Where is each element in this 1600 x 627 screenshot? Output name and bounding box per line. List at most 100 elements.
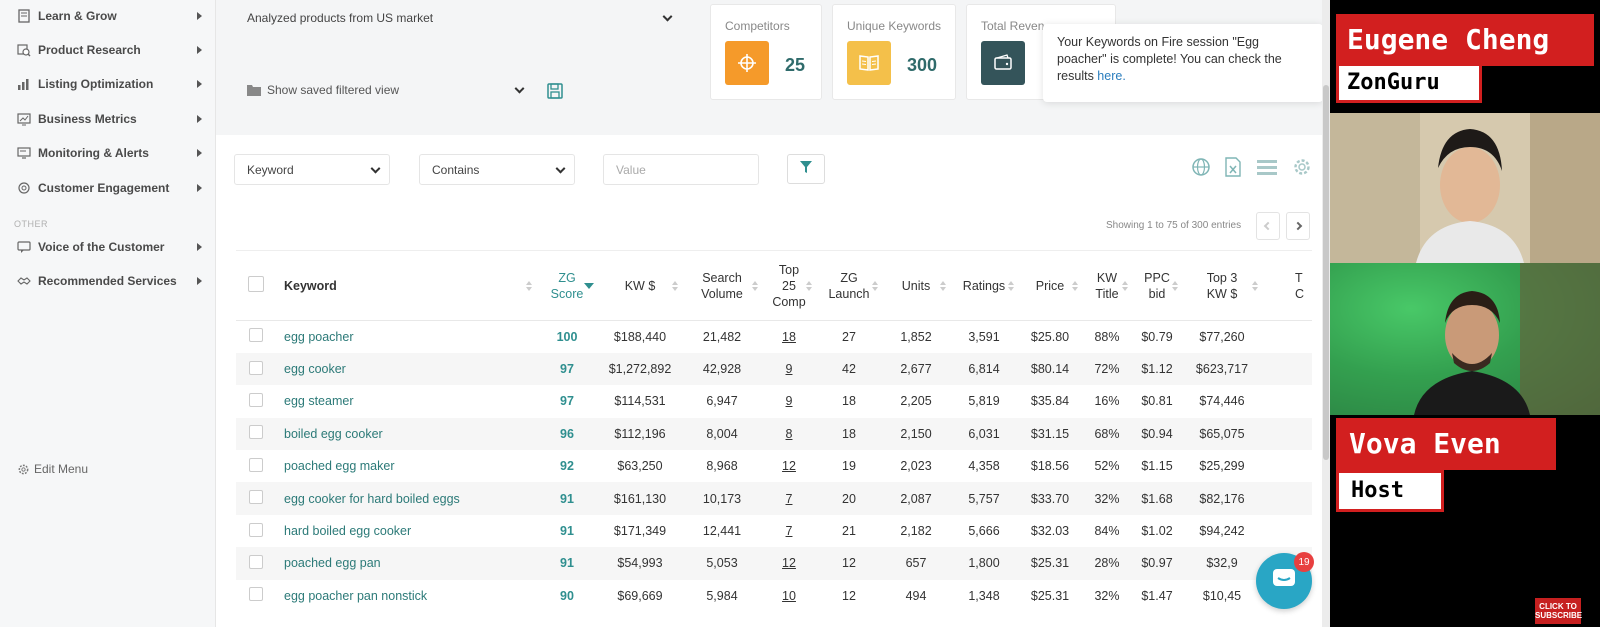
- top25-comp-cell[interactable]: 7: [762, 515, 816, 547]
- keywords-table: Keyword ZG Score KW $ Search Volume Top …: [236, 250, 1312, 627]
- kw-dollars-cell: $188,440: [613, 329, 667, 344]
- keyword-cell[interactable]: poached egg maker: [276, 450, 536, 482]
- subscribe-button[interactable]: CLICK TO SUBSCRIBE: [1535, 598, 1582, 624]
- search-volume-cell: 5,053: [682, 547, 762, 580]
- column-header-top25-comp[interactable]: Top 25 Comp: [762, 250, 816, 321]
- row-checkbox[interactable]: [236, 321, 276, 353]
- prev-page-button[interactable]: [1256, 212, 1280, 240]
- notification-link[interactable]: here.: [1097, 69, 1126, 83]
- sidebar-section-label: OTHER: [14, 219, 48, 229]
- select-all-checkbox[interactable]: [236, 250, 276, 321]
- filter-value-input[interactable]: [603, 154, 759, 185]
- row-checkbox[interactable]: [236, 547, 276, 580]
- save-icon[interactable]: [546, 82, 564, 100]
- column-header-zg-launch[interactable]: ZG Launch: [816, 250, 882, 321]
- keyword-cell[interactable]: poached egg pan: [276, 547, 536, 580]
- table-row[interactable]: egg cooker 97 $1,272,892 42,928 9 42 2,677 6,81…: [236, 352, 1312, 386]
- top25-comp-cell[interactable]: 8: [762, 417, 816, 451]
- column-header-ratings[interactable]: Ratings: [950, 250, 1018, 321]
- table-row[interactable]: poached egg pan 91 $54,993 5,053 12 12 657 1,80…: [236, 547, 1312, 580]
- top25-comp-cell[interactable]: 9: [762, 385, 816, 417]
- entries-count: Showing 1 to 75 of 300 entries: [1106, 220, 1242, 231]
- guest-name: Eugene Cheng: [1339, 17, 1591, 63]
- column-header-kw-dollars[interactable]: KW $: [598, 250, 682, 321]
- top25-comp-cell[interactable]: 12: [762, 450, 816, 482]
- keyword-cell[interactable]: egg poacher pan nonstick: [276, 580, 536, 612]
- keyword-cell[interactable]: egg cooker for hard boiled eggs: [276, 482, 536, 515]
- row-checkbox[interactable]: [236, 580, 276, 612]
- globe-icon[interactable]: [1190, 156, 1212, 178]
- keyword-cell[interactable]: hard boiled egg cooker: [276, 515, 536, 547]
- table-row[interactable]: egg cooker for hard boiled eggs 91 $161,13…: [236, 482, 1312, 515]
- column-header-search-volume[interactable]: Search Volume: [682, 250, 762, 321]
- edit-menu-button[interactable]: Edit Menu: [16, 462, 88, 476]
- row-checkbox[interactable]: [236, 515, 276, 547]
- next-page-button[interactable]: [1286, 212, 1310, 240]
- price-cell: $18.56: [1030, 459, 1070, 474]
- row-checkbox[interactable]: [236, 352, 276, 386]
- sidebar-item-product-research[interactable]: Product Research: [0, 35, 216, 65]
- columns-icon[interactable]: [1256, 156, 1278, 178]
- table-row[interactable]: egg poacher 100 $188,440 21,482 18 27 1,852 3,5…: [236, 321, 1312, 353]
- top25-comp-cell[interactable]: 12: [762, 547, 816, 580]
- column-header-top3-kw-dollars[interactable]: Top 3 KW $: [1182, 250, 1262, 321]
- top25-comp-cell[interactable]: 9: [762, 352, 816, 386]
- zg-launch-cell: 19: [842, 459, 856, 474]
- scrollbar-thumb[interactable]: [1323, 85, 1329, 460]
- ratings-cell: 1,348: [968, 588, 1000, 603]
- table-row[interactable]: hard boiled egg cooker 91 $171,349 12,441 7 2…: [236, 515, 1312, 547]
- column-header-units[interactable]: Units: [882, 250, 950, 321]
- column-header-keyword[interactable]: Keyword: [276, 250, 536, 321]
- market-select[interactable]: Analyzed products from US market: [234, 4, 682, 32]
- row-checkbox[interactable]: [236, 417, 276, 451]
- column-header-kw-title[interactable]: KW Title: [1082, 250, 1132, 321]
- chevron-right-icon: [197, 243, 202, 251]
- keyword-cell[interactable]: egg poacher: [276, 321, 536, 353]
- sidebar-item-business-metrics[interactable]: Business Metrics: [0, 104, 216, 134]
- table-row[interactable]: boiled egg cooker 96 $112,196 8,004 8 18 2,150…: [236, 417, 1312, 451]
- column-header-truncated[interactable]: T C: [1262, 250, 1312, 321]
- top3-kw-dollars-cell: $10,45: [1202, 588, 1242, 603]
- sidebar-item-recommended-services[interactable]: Recommended Services: [0, 266, 216, 296]
- chevron-down-icon: [662, 11, 673, 22]
- table-row[interactable]: egg steamer 97 $114,531 6,947 9 18 2,205 5,819 $…: [236, 385, 1312, 417]
- sidebar-item-learn-grow[interactable]: Learn & Grow: [0, 1, 216, 31]
- sidebar-item-voice-of-customer[interactable]: Voice of the Customer: [0, 232, 216, 262]
- ratings-cell: 1,800: [950, 547, 1018, 580]
- apply-filter-button[interactable]: [787, 154, 825, 184]
- sidebar-item-monitoring-alerts[interactable]: Monitoring & Alerts: [0, 138, 216, 168]
- ppc-bid-cell: $1.47: [1141, 588, 1173, 603]
- keyword-cell[interactable]: egg cooker: [276, 352, 536, 386]
- top25-comp-cell[interactable]: 7: [762, 482, 816, 515]
- units-cell: 2,023: [900, 459, 932, 474]
- ratings-cell: 4,358: [968, 459, 1000, 474]
- excel-export-icon[interactable]: [1222, 156, 1244, 178]
- column-header-price[interactable]: Price: [1018, 250, 1082, 321]
- filter-operator-select[interactable]: Contains: [419, 154, 575, 185]
- sidebar-item-listing-optimization[interactable]: Listing Optimization: [0, 69, 216, 99]
- keyword-cell[interactable]: boiled egg cooker: [276, 417, 536, 451]
- saved-view-select[interactable]: Show saved filtered view: [234, 76, 534, 104]
- row-checkbox[interactable]: [236, 450, 276, 482]
- ppc-bid-cell: $0.81: [1141, 394, 1173, 409]
- edit-menu-label: Edit Menu: [34, 462, 89, 476]
- table-row[interactable]: egg poacher pan nonstick 90 $69,669 5,984 10…: [236, 580, 1312, 612]
- filter-field-select[interactable]: Keyword: [234, 154, 390, 185]
- sidebar-item-customer-engagement[interactable]: Customer Engagement: [0, 173, 216, 203]
- truncated-cell: [1262, 482, 1312, 515]
- top25-comp-cell[interactable]: 10: [762, 580, 816, 612]
- column-header-ppc-bid[interactable]: PPC bid: [1132, 250, 1182, 321]
- column-header-zg-score[interactable]: ZG Score: [536, 250, 598, 321]
- chevron-right-icon: [197, 46, 202, 54]
- settings-gear-icon[interactable]: [1291, 156, 1313, 178]
- top25-comp-cell[interactable]: 18: [762, 321, 816, 353]
- row-checkbox[interactable]: [236, 385, 276, 417]
- stat-card-competitors: Competitors 25: [710, 4, 822, 100]
- keyword-cell[interactable]: egg steamer: [276, 385, 536, 417]
- table-row[interactable]: poached egg maker 92 $63,250 8,968 12 19 2,023…: [236, 450, 1312, 482]
- chevron-left-icon: [1263, 221, 1273, 231]
- row-checkbox[interactable]: [236, 482, 276, 515]
- filter-field-value: Keyword: [247, 162, 294, 177]
- chevron-down-icon: [370, 163, 381, 174]
- chart-icon: [16, 77, 31, 92]
